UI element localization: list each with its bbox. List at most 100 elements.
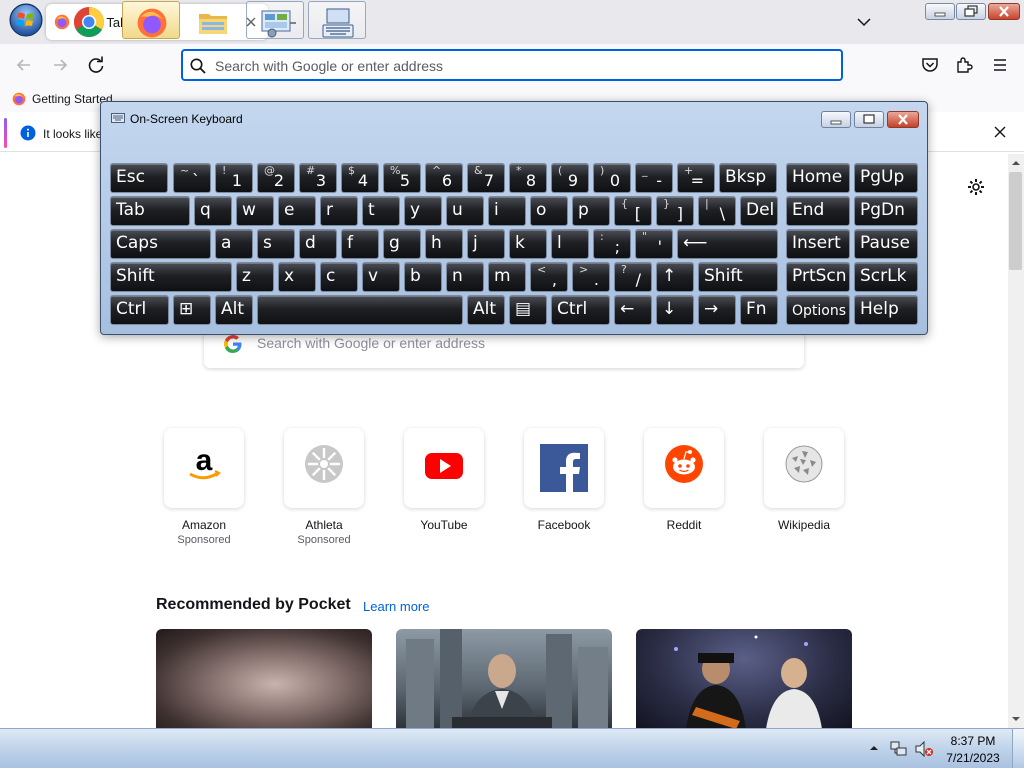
key-right[interactable]: → bbox=[698, 295, 736, 325]
key-b[interactable]: b bbox=[404, 262, 442, 292]
key-x[interactable]: x bbox=[278, 262, 316, 292]
dismiss-notification-close-icon[interactable] bbox=[992, 124, 1008, 140]
reload-icon[interactable] bbox=[84, 53, 108, 77]
key-prtscn[interactable]: PrtScn bbox=[786, 262, 850, 292]
key-g[interactable]: g bbox=[383, 229, 421, 259]
top-site-card[interactable] bbox=[404, 428, 484, 508]
key-comma[interactable]: <, bbox=[530, 262, 568, 292]
key-pgdn[interactable]: PgDn bbox=[854, 196, 918, 226]
key-quote[interactable]: " ' bbox=[635, 229, 673, 259]
key-rbracket[interactable]: }] bbox=[656, 196, 694, 226]
key-0[interactable]: ) 0 bbox=[593, 163, 631, 193]
key-y[interactable]: y bbox=[404, 196, 442, 226]
key-alt-right[interactable]: Alt bbox=[467, 295, 505, 325]
key-backtick[interactable]: ~ ` bbox=[173, 163, 211, 193]
key-slash[interactable]: ? / bbox=[614, 262, 652, 292]
pocket-story-card[interactable] bbox=[636, 629, 852, 729]
top-site-card[interactable] bbox=[644, 428, 724, 508]
key-i[interactable]: i bbox=[488, 196, 526, 226]
key-o[interactable]: o bbox=[530, 196, 568, 226]
taskbar-explorer[interactable] bbox=[184, 1, 242, 39]
key-n[interactable]: n bbox=[446, 262, 484, 292]
top-site-card[interactable] bbox=[764, 428, 844, 508]
key-a[interactable]: a bbox=[215, 229, 253, 259]
taskbar-on-screen-keyboard[interactable] bbox=[308, 1, 366, 39]
key-7[interactable]: & 7 bbox=[467, 163, 505, 193]
top-site-wikipedia[interactable]: Wikipedia bbox=[744, 428, 864, 558]
top-site-card[interactable] bbox=[524, 428, 604, 508]
bookmark-getting-started[interactable]: Getting Started bbox=[12, 90, 113, 108]
top-site-athleta[interactable]: Athleta Sponsored bbox=[264, 428, 384, 558]
key-tab[interactable]: Tab bbox=[110, 196, 190, 226]
key-equals[interactable]: + = bbox=[677, 163, 715, 193]
key-3[interactable]: #3 bbox=[299, 163, 337, 193]
top-site-facebook[interactable]: Facebook bbox=[504, 428, 624, 558]
key-f[interactable]: f bbox=[341, 229, 379, 259]
key-enter[interactable]: ⟵ bbox=[677, 229, 778, 259]
key-r[interactable]: r bbox=[320, 196, 358, 226]
key-h[interactable]: h bbox=[425, 229, 463, 259]
volume-muted-icon[interactable] bbox=[914, 740, 934, 758]
key-e[interactable]: e bbox=[278, 196, 316, 226]
show-desktop-button[interactable] bbox=[1012, 729, 1024, 768]
extensions-puzzle-icon[interactable] bbox=[952, 53, 976, 77]
key-v[interactable]: v bbox=[362, 262, 400, 292]
taskbar-clock[interactable]: 8:37 PM 7/21/2023 bbox=[940, 733, 1006, 767]
save-to-pocket-icon[interactable] bbox=[918, 53, 942, 77]
forward-arrow-icon[interactable] bbox=[48, 53, 72, 77]
key-fn[interactable]: Fn bbox=[740, 295, 778, 325]
taskbar-chrome[interactable] bbox=[60, 1, 118, 39]
pocket-learn-more-link[interactable]: Learn more bbox=[363, 599, 429, 614]
scroll-down-arrow-icon[interactable] bbox=[1008, 712, 1024, 726]
key-del[interactable]: Del bbox=[740, 196, 778, 226]
key-help[interactable]: Help bbox=[854, 295, 918, 325]
network-icon[interactable] bbox=[890, 740, 908, 758]
key-j[interactable]: j bbox=[467, 229, 505, 259]
key-up[interactable]: ↑ bbox=[656, 262, 694, 292]
key-q[interactable]: q bbox=[194, 196, 232, 226]
key-win[interactable]: ⊞ bbox=[173, 295, 211, 325]
scroll-up-arrow-icon[interactable] bbox=[1008, 156, 1024, 170]
back-arrow-icon[interactable] bbox=[12, 53, 36, 77]
url-input[interactable] bbox=[215, 56, 815, 76]
pocket-story-card[interactable] bbox=[396, 629, 612, 729]
key-c[interactable]: c bbox=[320, 262, 358, 292]
top-site-reddit[interactable]: Reddit bbox=[624, 428, 744, 558]
key-shift-left[interactable]: Shift bbox=[110, 262, 232, 292]
key-d[interactable]: d bbox=[299, 229, 337, 259]
top-site-card[interactable]: a bbox=[164, 428, 244, 508]
top-site-amazon[interactable]: a Amazon Sponsored bbox=[144, 428, 264, 558]
key-ctrl-left[interactable]: Ctrl bbox=[110, 295, 169, 325]
key-minus[interactable]: _ - bbox=[635, 163, 673, 193]
key-4[interactable]: $4 bbox=[341, 163, 379, 193]
scrollbar-thumb[interactable] bbox=[1009, 172, 1022, 270]
show-hidden-icons-arrow-icon[interactable] bbox=[868, 742, 880, 754]
key-2[interactable]: @2 bbox=[257, 163, 295, 193]
key-semicolon[interactable]: :; bbox=[593, 229, 631, 259]
key-l[interactable]: l bbox=[551, 229, 589, 259]
key-6[interactable]: ^ 6 bbox=[425, 163, 463, 193]
top-site-youtube[interactable]: YouTube bbox=[384, 428, 504, 558]
taskbar-control-panel[interactable] bbox=[246, 1, 304, 39]
key-left[interactable]: ← bbox=[614, 295, 652, 325]
key-scrlk[interactable]: ScrLk bbox=[854, 262, 918, 292]
key-pause[interactable]: Pause bbox=[854, 229, 918, 259]
key-8[interactable]: * 8 bbox=[509, 163, 547, 193]
key-5[interactable]: % 5 bbox=[383, 163, 421, 193]
window-restore-button[interactable] bbox=[956, 3, 986, 20]
key-alt-left[interactable]: Alt bbox=[215, 295, 253, 325]
key-insert[interactable]: Insert bbox=[786, 229, 850, 259]
key-backspace[interactable]: Bksp bbox=[719, 163, 777, 193]
key-end[interactable]: End bbox=[786, 196, 850, 226]
key-t[interactable]: t bbox=[362, 196, 400, 226]
hamburger-menu-icon[interactable] bbox=[988, 53, 1012, 77]
key-lbracket[interactable]: {[ bbox=[614, 196, 652, 226]
window-minimize-button[interactable] bbox=[925, 3, 955, 20]
key-pgup[interactable]: PgUp bbox=[854, 163, 918, 193]
window-close-button[interactable] bbox=[988, 3, 1020, 20]
key-shift-right[interactable]: Shift bbox=[698, 262, 778, 292]
key-z[interactable]: z bbox=[236, 262, 274, 292]
key-ctrl-right[interactable]: Ctrl bbox=[551, 295, 610, 325]
key-home[interactable]: Home bbox=[786, 163, 850, 193]
key-menu[interactable]: ▤ bbox=[509, 295, 547, 325]
